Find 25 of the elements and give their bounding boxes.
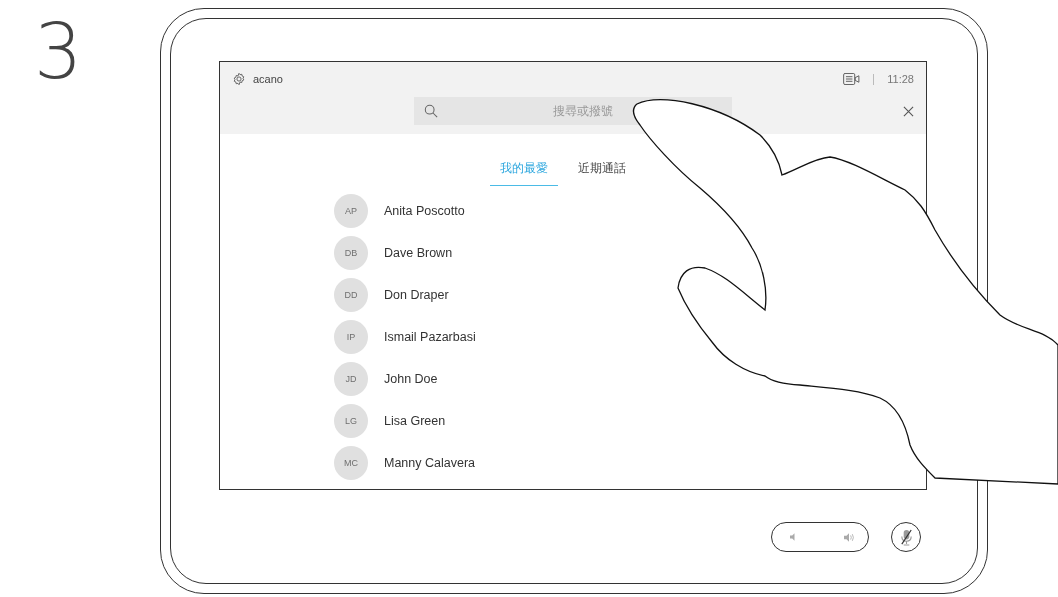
- avatar: MC: [334, 446, 368, 480]
- avatar: LG: [334, 404, 368, 438]
- camera-icon[interactable]: [843, 73, 861, 85]
- avatar: IP: [334, 320, 368, 354]
- avatar: DB: [334, 236, 368, 270]
- contact-name[interactable]: Don Draper: [384, 288, 449, 302]
- settings-icon[interactable]: [232, 72, 246, 86]
- speaker-low-icon: [790, 533, 796, 541]
- contact-name[interactable]: Ismail Pazarbasi: [384, 330, 476, 344]
- contact-name[interactable]: Dave Brown: [384, 246, 453, 260]
- speaker-high-icon: [844, 532, 854, 542]
- close-icon[interactable]: [903, 105, 914, 117]
- search-icon: [424, 104, 438, 118]
- contact-name[interactable]: Anita Poscotto: [384, 204, 465, 218]
- contact-name[interactable]: Lisa Green: [384, 414, 446, 428]
- tab[interactable]: 近期通話: [568, 154, 636, 186]
- contact-name[interactable]: Manny Calavera: [384, 456, 475, 470]
- avatar: DD: [334, 278, 368, 312]
- step-number: 3: [33, 6, 84, 98]
- clock-time: 11:28: [887, 73, 914, 85]
- avatar: JD: [334, 362, 368, 396]
- system-name: acano: [253, 73, 283, 85]
- microphone-icon: [898, 528, 914, 546]
- contact-name[interactable]: John Doe: [384, 372, 438, 386]
- avatar: AP: [334, 194, 368, 228]
